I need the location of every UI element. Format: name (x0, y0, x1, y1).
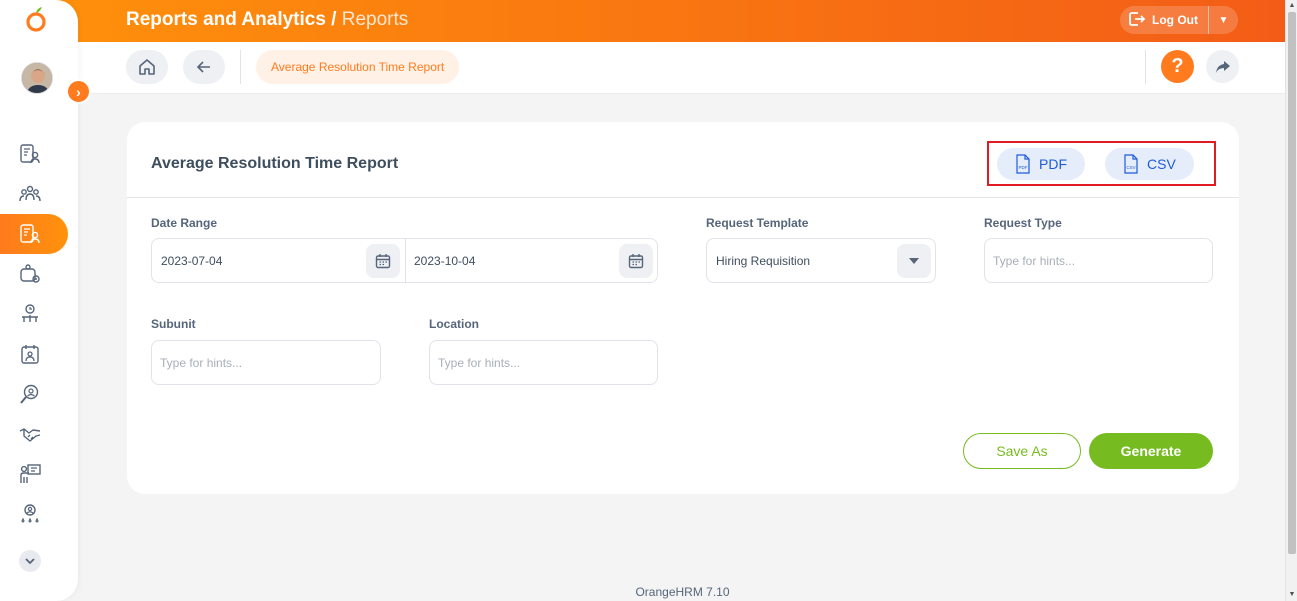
subbar-divider-right (1145, 50, 1146, 84)
title-separator: / (325, 9, 342, 30)
people-directory-icon (20, 144, 40, 164)
training-icon (20, 464, 41, 483)
location-field (429, 340, 658, 385)
export-pdf-label: PDF (1039, 156, 1067, 172)
date-range-divider (405, 239, 406, 282)
orangehrm-logo (24, 6, 48, 32)
caret-down-icon (909, 258, 919, 264)
sidebar-item-performance[interactable] (0, 494, 68, 534)
logout-icon (1128, 11, 1146, 30)
share-arrow-icon (1215, 60, 1230, 73)
request-template-label: Request Template (706, 216, 809, 230)
section-title: Reports (341, 9, 409, 30)
subunit-label: Subunit (151, 317, 196, 331)
action-subbar: Average Resolution Time Report ? (78, 42, 1285, 94)
home-icon (139, 59, 155, 75)
request-template-select[interactable]: Hiring Requisition (706, 238, 936, 283)
calendar-icon (628, 254, 644, 269)
question-icon: ? (1171, 55, 1184, 77)
date-to-calendar-button[interactable] (619, 244, 653, 278)
recruitment-search-icon (20, 384, 39, 404)
team-icon (19, 185, 41, 202)
date-to-value[interactable]: 2023-10-04 (414, 254, 475, 268)
sidebar-item-onboarding[interactable] (0, 414, 68, 454)
top-header-bar: Reports and Analytics / Reports Log Out … (0, 0, 1285, 42)
request-template-value: Hiring Requisition (716, 254, 811, 268)
report-title: Average Resolution Time Report (151, 155, 399, 172)
sidebar-item-team[interactable] (0, 174, 68, 214)
sidebar-expand-button[interactable]: › (66, 79, 91, 104)
page-scrollbar[interactable]: ▲ ▼ (1285, 0, 1297, 601)
share-button[interactable] (1206, 50, 1239, 83)
scrollbar-thumb[interactable] (1288, 12, 1296, 554)
sidebar-item-training[interactable] (0, 454, 68, 494)
request-type-label: Request Type (984, 216, 1062, 230)
logout-label: Log Out (1152, 13, 1198, 27)
handshake-icon (19, 428, 41, 442)
back-button[interactable] (183, 50, 225, 84)
sidebar-item-recruitment[interactable] (0, 374, 68, 414)
location-input[interactable] (438, 351, 643, 375)
sidebar: › (0, 0, 91, 601)
help-button[interactable]: ? (1161, 50, 1194, 83)
export-pdf-button[interactable]: PDF PDF (997, 148, 1085, 180)
request-template-dropdown-button[interactable] (897, 244, 931, 278)
sidebar-item-reports[interactable] (0, 214, 68, 254)
time-org-icon (22, 304, 38, 322)
request-type-input[interactable] (993, 249, 1198, 273)
subbar-divider (240, 50, 241, 84)
subunit-field (151, 340, 381, 385)
export-csv-button[interactable]: CSV CSV (1105, 148, 1194, 180)
module-title: Reports and Analytics (126, 9, 326, 30)
sidebar-item-time[interactable] (0, 294, 68, 334)
home-button[interactable] (126, 50, 168, 84)
date-from-value[interactable]: 2023-07-04 (161, 254, 222, 268)
date-from-calendar-button[interactable] (366, 244, 400, 278)
date-range-field: 2023-07-04 2023-10-04 (151, 238, 658, 283)
save-as-button[interactable]: Save As (963, 433, 1081, 469)
reports-icon (20, 224, 40, 244)
card-header: Average Resolution Time Report PDF PDF C… (127, 122, 1239, 198)
chevron-right-icon: › (76, 83, 81, 100)
footer-version: OrangeHRM 7.10 (635, 585, 730, 599)
subunit-input[interactable] (160, 351, 366, 375)
sidebar-scroll-down-button[interactable] (19, 550, 41, 572)
settings-group-icon (20, 264, 40, 283)
sidebar-item-leave[interactable] (0, 334, 68, 374)
generate-button[interactable]: Generate (1089, 433, 1213, 469)
export-csv-label: CSV (1147, 156, 1176, 172)
pdf-file-icon: PDF (1016, 154, 1030, 174)
chevron-down-icon (25, 558, 35, 565)
user-avatar[interactable] (21, 62, 53, 94)
date-range-label: Date Range (151, 216, 218, 230)
breadcrumb-current[interactable]: Average Resolution Time Report (256, 50, 460, 84)
sidebar-item-configuration[interactable] (0, 254, 68, 294)
scroll-down-arrow-icon[interactable]: ▼ (1288, 591, 1296, 599)
location-label: Location (429, 317, 479, 331)
sidebar-item-directory[interactable] (0, 134, 68, 174)
page-title: Reports and Analytics / Reports (126, 9, 408, 31)
request-type-field (984, 238, 1213, 283)
svg-text:PDF: PDF (1019, 165, 1028, 170)
report-card: Average Resolution Time Report PDF PDF C… (127, 122, 1239, 494)
logout-control: Log Out ▼ (1120, 6, 1238, 34)
svg-text:CSV: CSV (1126, 165, 1135, 170)
performance-award-icon (21, 504, 39, 523)
logout-button[interactable]: Log Out (1120, 11, 1208, 30)
csv-file-icon: CSV (1124, 154, 1138, 174)
arrow-left-icon (196, 61, 210, 73)
scroll-up-arrow-icon[interactable]: ▲ (1288, 2, 1296, 10)
calendar-person-icon (21, 345, 39, 364)
calendar-icon (375, 254, 391, 269)
logout-menu-caret-icon[interactable]: ▼ (1209, 15, 1238, 26)
